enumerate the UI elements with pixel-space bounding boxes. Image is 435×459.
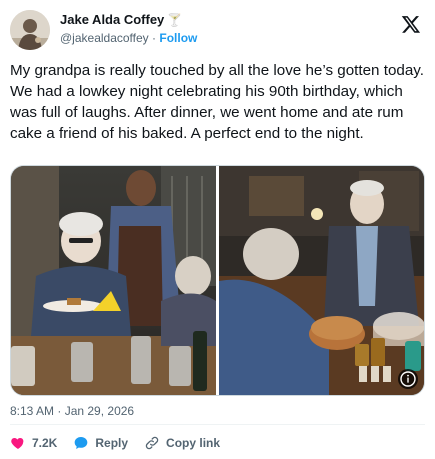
author-display-name[interactable]: Jake Alda Coffey — [60, 12, 164, 27]
info-icon[interactable] — [398, 369, 418, 389]
tweet-actions: 7.2K Reply Copy link — [10, 434, 220, 452]
reply-button[interactable]: Reply — [73, 435, 128, 451]
author-display-name-row[interactable]: Jake Alda Coffey 🍸 — [60, 12, 197, 27]
like-button[interactable]: 7.2K — [10, 435, 57, 451]
handle-separator: · — [152, 31, 157, 45]
x-logo-icon[interactable] — [401, 14, 421, 34]
tweet-text: My grandpa is really touched by all the … — [10, 62, 424, 142]
like-count: 7.2K — [32, 436, 58, 450]
copy-link-button[interactable]: Copy link — [144, 435, 220, 451]
tweet-embed-card: Jake Alda Coffey 🍸 @jakealdacoffey · Fol… — [0, 0, 435, 459]
follow-button[interactable]: Follow — [159, 31, 197, 45]
tweet-media-grid — [10, 165, 425, 396]
heart-icon — [10, 435, 26, 451]
handle-row: @jakealdacoffey · Follow — [60, 31, 197, 45]
photo-rum-cake[interactable] — [219, 166, 424, 395]
copy-link-label: Copy link — [166, 436, 221, 450]
photo-birthday-table[interactable] — [11, 166, 216, 395]
tweet-header: Jake Alda Coffey 🍸 @jakealdacoffey · Fol… — [10, 10, 425, 50]
speech-bubble-icon — [73, 435, 89, 451]
reply-label: Reply — [95, 436, 129, 450]
tweet-timestamp[interactable]: 8:13 AM · Jan 29, 2026 — [10, 404, 134, 418]
author-handle[interactable]: @jakealdacoffey — [60, 31, 149, 45]
link-icon — [144, 435, 160, 451]
cocktail-glass-emoji: 🍸 — [167, 12, 183, 27]
divider — [10, 424, 425, 425]
avatar[interactable] — [10, 10, 50, 50]
author-names: Jake Alda Coffey 🍸 @jakealdacoffey · Fol… — [60, 12, 197, 45]
